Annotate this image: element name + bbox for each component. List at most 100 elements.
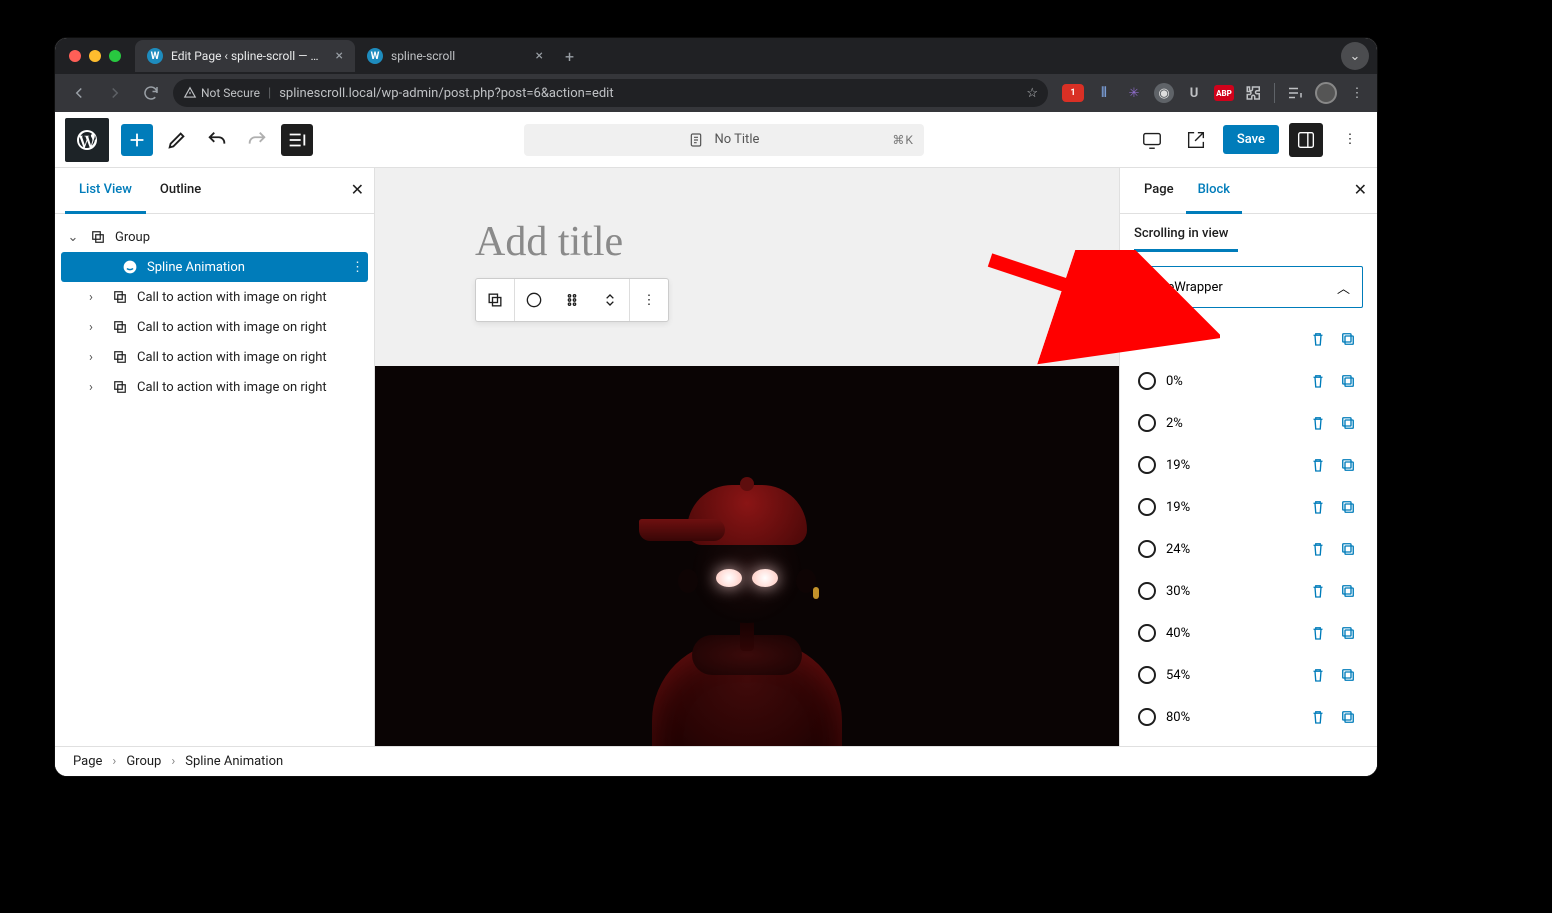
delete-keyframe-button[interactable] bbox=[1307, 706, 1329, 728]
extensions-puzzle-icon[interactable] bbox=[1244, 83, 1264, 103]
chrome-menu-icon[interactable]: ⋮ bbox=[1347, 83, 1367, 103]
move-up-down-button[interactable] bbox=[591, 279, 629, 321]
selector-dropdown[interactable]: .bikeWrapper ︿ bbox=[1134, 266, 1363, 308]
cast-icon[interactable]: ⦀ bbox=[1094, 83, 1114, 103]
tab-outline[interactable]: Outline bbox=[146, 168, 215, 213]
chevron-right-icon[interactable]: › bbox=[89, 320, 103, 335]
page-title-placeholder[interactable]: Add title bbox=[475, 218, 1019, 266]
delete-keyframe-button[interactable] bbox=[1307, 538, 1329, 560]
delete-keyframe-button[interactable] bbox=[1307, 664, 1329, 686]
u-extension-icon[interactable]: U bbox=[1184, 83, 1204, 103]
reading-list-icon[interactable] bbox=[1285, 83, 1305, 103]
keyframe-row[interactable]: 54% bbox=[1134, 654, 1363, 696]
block-more-icon[interactable]: ⋮ bbox=[630, 279, 668, 321]
security-indicator[interactable]: Not Secure bbox=[183, 86, 260, 100]
tab-block[interactable]: Block bbox=[1186, 168, 1242, 214]
redo-button[interactable] bbox=[241, 124, 273, 156]
radio-icon[interactable] bbox=[1138, 414, 1156, 432]
keyframe-row[interactable]: 0% bbox=[1134, 360, 1363, 402]
keyframe-row[interactable]: 80% bbox=[1134, 696, 1363, 738]
browser-tab-0[interactable]: W Edit Page ‹ spline-scroll — Wo × bbox=[135, 40, 355, 72]
chevron-right-icon[interactable]: › bbox=[89, 290, 103, 305]
duplicate-keyframe-button[interactable] bbox=[1337, 328, 1359, 350]
radio-icon[interactable] bbox=[1138, 498, 1156, 516]
edit-mode-button[interactable] bbox=[161, 124, 193, 156]
duplicate-keyframe-button[interactable] bbox=[1337, 580, 1359, 602]
wp-logo-icon[interactable] bbox=[65, 118, 109, 162]
duplicate-keyframe-button[interactable] bbox=[1337, 454, 1359, 476]
view-desktop-button[interactable] bbox=[1135, 123, 1169, 157]
view-site-button[interactable] bbox=[1179, 123, 1213, 157]
drag-handle-icon[interactable] bbox=[553, 279, 591, 321]
duplicate-keyframe-button[interactable] bbox=[1337, 496, 1359, 518]
chevron-right-icon[interactable]: › bbox=[89, 380, 103, 395]
add-block-button[interactable] bbox=[121, 124, 153, 156]
maximize-window-icon[interactable] bbox=[109, 50, 121, 62]
list-row-cta[interactable]: › Call to action with image on right bbox=[55, 342, 374, 372]
close-window-icon[interactable] bbox=[69, 50, 81, 62]
tab-list-view[interactable]: List View bbox=[65, 168, 146, 214]
duplicate-keyframe-button[interactable] bbox=[1337, 370, 1359, 392]
chevron-right-icon[interactable]: › bbox=[89, 350, 103, 365]
panel-section-tab[interactable]: Scrolling in view bbox=[1134, 226, 1363, 241]
bc-item[interactable]: Page bbox=[73, 754, 102, 769]
duplicate-keyframe-button[interactable] bbox=[1337, 412, 1359, 434]
radio-icon[interactable] bbox=[1138, 666, 1156, 684]
options-menu-button[interactable]: ⋮ bbox=[1333, 123, 1367, 157]
radio-icon[interactable] bbox=[1138, 582, 1156, 600]
duplicate-keyframe-button[interactable] bbox=[1337, 538, 1359, 560]
radio-icon[interactable] bbox=[1138, 708, 1156, 726]
keyframe-row[interactable]: 0% bbox=[1134, 318, 1363, 360]
radio-icon[interactable] bbox=[1138, 624, 1156, 642]
list-row-spline[interactable]: Spline Animation ⋮ bbox=[61, 252, 368, 282]
radio-icon[interactable] bbox=[1138, 330, 1156, 348]
list-view-toggle-button[interactable] bbox=[281, 124, 313, 156]
profile-avatar[interactable] bbox=[1315, 82, 1337, 104]
close-icon[interactable]: ✕ bbox=[351, 180, 364, 199]
editor-canvas[interactable]: Add title ⋮ bbox=[375, 168, 1119, 746]
window-controls[interactable] bbox=[69, 50, 121, 62]
back-button[interactable] bbox=[65, 79, 93, 107]
omnibox[interactable]: Not Secure | splinescroll.local/wp-admin… bbox=[173, 79, 1048, 107]
undo-button[interactable] bbox=[201, 124, 233, 156]
delete-keyframe-button[interactable] bbox=[1307, 580, 1329, 602]
delete-keyframe-button[interactable] bbox=[1307, 496, 1329, 518]
keyframe-row[interactable]: 19% bbox=[1134, 444, 1363, 486]
duplicate-keyframe-button[interactable] bbox=[1337, 664, 1359, 686]
list-row-cta[interactable]: › Call to action with image on right bbox=[55, 312, 374, 342]
keyframe-row[interactable]: 24% bbox=[1134, 528, 1363, 570]
new-tab-button[interactable]: + bbox=[555, 47, 584, 66]
block-type-button[interactable] bbox=[515, 279, 553, 321]
close-tab-icon[interactable]: × bbox=[536, 48, 543, 64]
parent-block-button[interactable] bbox=[476, 279, 514, 321]
save-button[interactable]: Save bbox=[1223, 125, 1279, 154]
keyframe-row[interactable]: 40% bbox=[1134, 612, 1363, 654]
list-row-group[interactable]: ⌄ Group bbox=[55, 222, 374, 252]
tab-dropdown-icon[interactable]: ⌄ bbox=[1341, 42, 1369, 70]
minimize-window-icon[interactable] bbox=[89, 50, 101, 62]
radio-icon[interactable] bbox=[1138, 456, 1156, 474]
list-row-cta[interactable]: › Call to action with image on right bbox=[55, 282, 374, 312]
forward-button[interactable] bbox=[101, 79, 129, 107]
delete-keyframe-button[interactable] bbox=[1307, 328, 1329, 350]
delete-keyframe-button[interactable] bbox=[1307, 412, 1329, 434]
delete-keyframe-button[interactable] bbox=[1307, 622, 1329, 644]
duplicate-keyframe-button[interactable] bbox=[1337, 622, 1359, 644]
bc-item[interactable]: Group bbox=[126, 754, 161, 769]
tab-page[interactable]: Page bbox=[1132, 168, 1186, 213]
close-tab-icon[interactable]: × bbox=[336, 48, 343, 64]
close-icon[interactable]: ✕ bbox=[1354, 180, 1367, 199]
row-more-icon[interactable]: ⋮ bbox=[351, 260, 364, 275]
bc-item[interactable]: Spline Animation bbox=[185, 754, 283, 769]
delete-keyframe-button[interactable] bbox=[1307, 454, 1329, 476]
duplicate-keyframe-button[interactable] bbox=[1337, 706, 1359, 728]
abp-extension-icon[interactable]: ABP bbox=[1214, 85, 1234, 101]
keyframe-row[interactable]: 19% bbox=[1134, 486, 1363, 528]
command-palette-button[interactable]: No Title ⌘K bbox=[524, 124, 924, 156]
asterisk-extension-icon[interactable]: ✳ bbox=[1124, 83, 1144, 103]
radio-icon[interactable] bbox=[1138, 372, 1156, 390]
camera-extension-icon[interactable]: ◉ bbox=[1154, 83, 1174, 103]
keyframe-row[interactable]: 30% bbox=[1134, 570, 1363, 612]
star-icon[interactable]: ☆ bbox=[1026, 86, 1038, 101]
delete-keyframe-button[interactable] bbox=[1307, 370, 1329, 392]
